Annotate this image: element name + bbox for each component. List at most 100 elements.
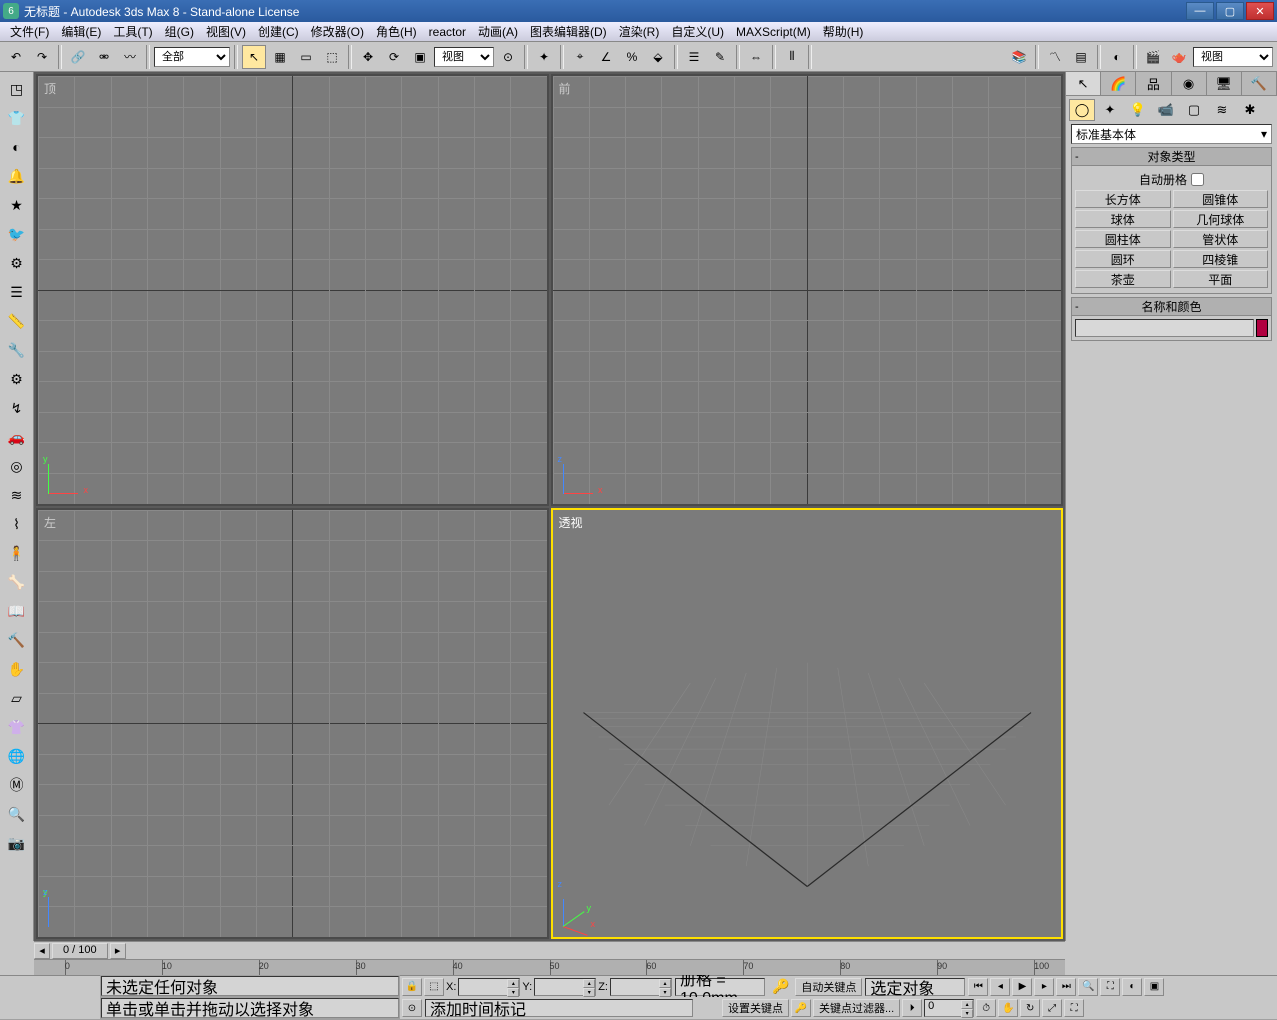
reactor-hammer-icon[interactable]: 🔨 (3, 626, 31, 654)
plane-button[interactable]: 平面 (1173, 270, 1269, 288)
quick-render-button[interactable]: 🫖 (1167, 45, 1191, 69)
z-spinner[interactable]: ▴▾ (610, 978, 672, 996)
zoom-all-button[interactable]: ⛶ (1100, 978, 1120, 996)
reactor-water-icon[interactable]: ≋ (3, 481, 31, 509)
utilities-tab[interactable]: 🔨 (1242, 72, 1277, 95)
manipulate-button[interactable]: ✦ (532, 45, 556, 69)
display-tab[interactable]: 🖥 (1207, 72, 1242, 95)
menu-tools[interactable]: 工具(T) (107, 21, 158, 42)
tube-button[interactable]: 管状体 (1173, 230, 1269, 248)
menu-character[interactable]: 角色(H) (370, 21, 423, 42)
menu-maxscript[interactable]: MAXScript(M) (730, 23, 817, 41)
play-button[interactable]: ▶ (1012, 978, 1032, 996)
next-frame-button[interactable]: ▸ (1034, 978, 1054, 996)
viewport-front[interactable]: 前 (551, 74, 1064, 506)
reactor-star-icon[interactable]: ★ (3, 191, 31, 219)
reactor-sphere-icon[interactable]: ◐ (3, 133, 31, 161)
material-editor-button[interactable]: ◐ (1105, 45, 1129, 69)
y-spinner[interactable]: ▴▾ (534, 978, 596, 996)
snap-2d-button[interactable]: ⌖ (568, 45, 592, 69)
time-slider[interactable]: ◂ 0 / 100 ▸ (34, 941, 1065, 959)
teapot-button[interactable]: 茶壶 (1075, 270, 1171, 288)
keyfilter-button[interactable]: 关键点过滤器... (813, 999, 900, 1017)
systems-subtab[interactable]: ✱ (1237, 99, 1263, 121)
reactor-hand-icon[interactable]: ✋ (3, 655, 31, 683)
object-name-input[interactable] (1075, 319, 1254, 337)
snap-angle-button[interactable]: ∠ (594, 45, 618, 69)
menu-customize[interactable]: 自定义(U) (665, 21, 730, 42)
named-sel-button[interactable]: ☰ (682, 45, 706, 69)
goto-end-button[interactable]: ⏭ (1056, 978, 1076, 996)
viewport-perspective[interactable]: 透视 z x y (551, 508, 1064, 940)
snap-spinner-button[interactable]: ⬙ (646, 45, 670, 69)
geometry-subtab[interactable]: ◯ (1069, 99, 1095, 121)
minimize-button[interactable]: — (1186, 2, 1214, 20)
reactor-spring-icon[interactable]: ⌇ (3, 510, 31, 538)
x-spinner[interactable]: ▴▾ (458, 978, 520, 996)
maximize-vp-button[interactable]: ⛶ (1064, 999, 1084, 1017)
modify-tab[interactable]: 🌈 (1101, 72, 1136, 95)
menu-file[interactable]: 文件(F) (4, 21, 55, 42)
bind-spacewarp-button[interactable]: 〰 (118, 45, 142, 69)
align-button[interactable]: ⫴ (780, 45, 804, 69)
time-next-button[interactable]: ▸ (110, 943, 126, 959)
autokey-button[interactable]: 自动关键点 (795, 978, 862, 996)
zoom-button[interactable]: 🔍 (1078, 978, 1098, 996)
time-prev-button[interactable]: ◂ (34, 943, 50, 959)
reactor-top-icon[interactable]: 🔔 (3, 162, 31, 190)
hierarchy-tab[interactable]: 品 (1136, 72, 1171, 95)
select-button[interactable]: ↖ (242, 45, 266, 69)
layers-button[interactable]: 📚 (1007, 45, 1031, 69)
select-window-button[interactable]: ⬚ (320, 45, 344, 69)
spacewarps-subtab[interactable]: ≋ (1209, 99, 1235, 121)
reactor-wheel-icon[interactable]: ◎ (3, 452, 31, 480)
move-button[interactable]: ✥ (356, 45, 380, 69)
setkey-button[interactable]: 设置关键点 (722, 999, 789, 1017)
create-tab[interactable]: ↖ (1066, 72, 1101, 95)
menu-help[interactable]: 帮助(H) (817, 21, 870, 42)
goto-start-button[interactable]: ⏮ (968, 978, 988, 996)
redo-button[interactable]: ↷ (30, 45, 54, 69)
reactor-m-icon[interactable]: Ⓜ (3, 771, 31, 799)
close-button[interactable]: ✕ (1246, 2, 1274, 20)
reactor-cube-icon[interactable]: ◳ (3, 75, 31, 103)
reactor-globe-icon[interactable]: 🌐 (3, 742, 31, 770)
menu-animation[interactable]: 动画(A) (472, 21, 524, 42)
cameras-subtab[interactable]: 📹 (1153, 99, 1179, 121)
scale-button[interactable]: ▣ (408, 45, 432, 69)
zoom-extents-button[interactable]: ▣ (1144, 978, 1164, 996)
reactor-wrench-icon[interactable]: 🔧 (3, 336, 31, 364)
ref-coord-combo[interactable]: 视图 (434, 47, 494, 67)
menu-modifiers[interactable]: 修改器(O) (305, 21, 370, 42)
fov-button[interactable]: ◐ (1122, 978, 1142, 996)
cylinder-button[interactable]: 圆柱体 (1075, 230, 1171, 248)
schematic-button[interactable]: ▤ (1069, 45, 1093, 69)
reactor-camera-icon[interactable]: 📷 (3, 829, 31, 857)
torus-button[interactable]: 圆环 (1075, 250, 1171, 268)
reactor-gear-icon[interactable]: ⚙ (3, 365, 31, 393)
render-scene-button[interactable]: 🎬 (1141, 45, 1165, 69)
geosphere-button[interactable]: 几何球体 (1173, 210, 1269, 228)
time-slider-thumb[interactable]: 0 / 100 (52, 943, 108, 959)
reactor-joint-icon[interactable]: ↯ (3, 394, 31, 422)
timeline[interactable]: 0102030405060708090100 (34, 959, 1065, 975)
frame-spinner[interactable]: 0▴▾ (924, 999, 974, 1017)
selected-obj-combo[interactable]: 选定对象 (865, 978, 965, 996)
unlink-button[interactable]: ⚮ (92, 45, 116, 69)
pyramid-button[interactable]: 四棱锥 (1173, 250, 1269, 268)
maximize-button[interactable]: ▢ (1216, 2, 1244, 20)
menu-group[interactable]: 组(G) (159, 21, 200, 42)
name-color-rollout-header[interactable]: -名称和颜色 (1072, 298, 1271, 316)
object-type-rollout-header[interactable]: -对象类型 (1072, 148, 1271, 166)
reactor-zoom-icon[interactable]: 🔍 (3, 800, 31, 828)
pan-button[interactable]: ✋ (998, 999, 1018, 1017)
key-mode-button[interactable]: ⏵ (902, 999, 922, 1017)
selection-lock-button[interactable]: ⬚ (424, 978, 444, 996)
render-combo[interactable]: 视图 (1193, 47, 1273, 67)
menu-rendering[interactable]: 渲染(R) (613, 21, 666, 42)
reactor-plane-icon[interactable]: ▱ (3, 684, 31, 712)
reactor-car-icon[interactable]: 🚗 (3, 423, 31, 451)
named-sel-edit-button[interactable]: ✎ (708, 45, 732, 69)
snap-percent-button[interactable]: % (620, 45, 644, 69)
autogrid-checkbox[interactable] (1191, 173, 1204, 186)
